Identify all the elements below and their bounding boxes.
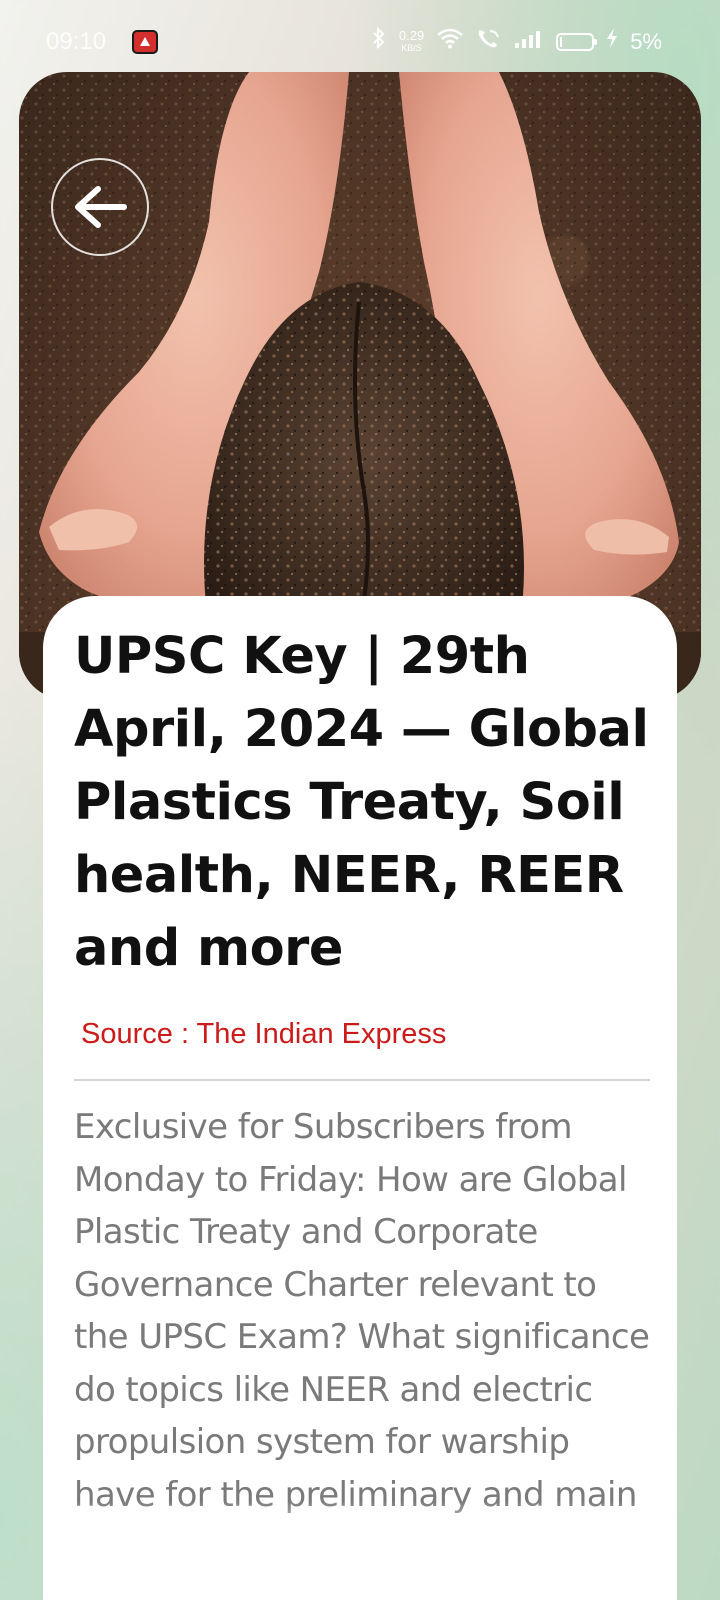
charging-icon [606, 27, 618, 56]
network-speed: 0.29 KB/S [398, 27, 425, 54]
wifi-calling-icon [476, 27, 502, 56]
network-speed-unit: KB/S [401, 42, 422, 53]
article-source[interactable]: Source : The Indian Express [81, 1018, 446, 1051]
battery-percent: 5% [630, 28, 662, 54]
bluetooth-icon [371, 26, 387, 57]
arrow-left-icon [75, 186, 127, 228]
battery-level [560, 36, 562, 47]
wifi-icon [436, 27, 464, 56]
article-title: UPSC Key | 29th April, 2024 — Global Pla… [74, 627, 649, 978]
network-speed-value: 0.29 [398, 27, 425, 43]
battery-icon [556, 32, 598, 51]
article-card: UPSC Key | 29th April, 2024 — Global Pla… [43, 596, 677, 1600]
signal-icon [514, 28, 544, 56]
status-time: 09:10 [46, 28, 107, 55]
back-button[interactable] [51, 158, 149, 256]
article-summary: Exclusive for Subscribers from Monday to… [74, 1107, 650, 1537]
youtube-notification-icon [132, 30, 158, 54]
summary-fade [43, 1501, 677, 1541]
status-icons: 0.29 KB/S 5% [371, 26, 662, 57]
divider [74, 1079, 650, 1081]
